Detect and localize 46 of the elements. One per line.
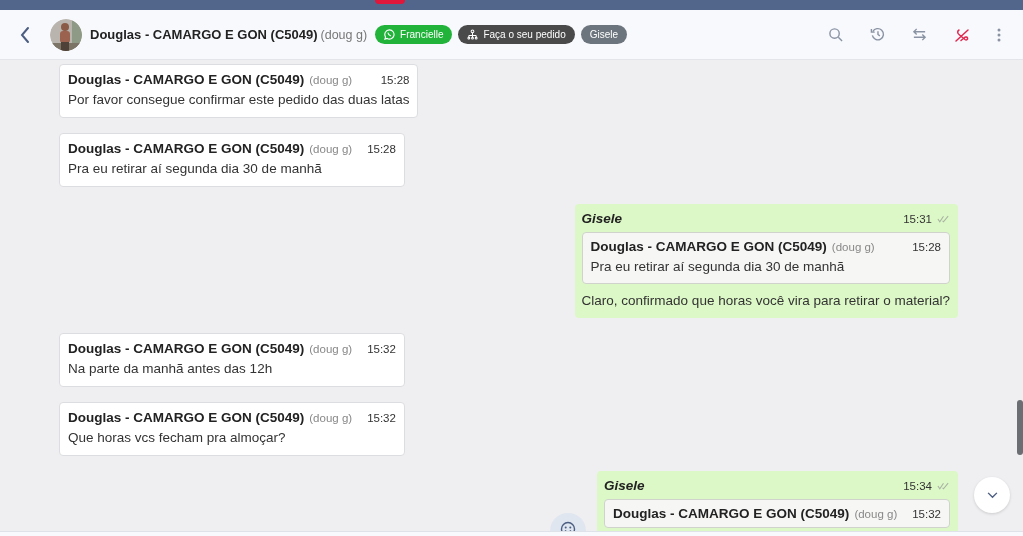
sender-handle: (doug g) [309, 343, 353, 355]
tag[interactable]: Faça o seu pedido [458, 25, 575, 44]
sender-name: Douglas - CAMARGO E GON (C5049) [68, 141, 305, 156]
sender-handle: (doug g) [309, 143, 353, 155]
sender-handle: (doug g) [854, 508, 898, 520]
sender-name: Douglas - CAMARGO E GON (C5049) [613, 506, 850, 521]
sender-handle: (doug g) [831, 241, 875, 253]
message-text: Na parte da manhã antes das 12h [68, 360, 274, 378]
contact-name: Douglas - CAMARGO E GON (C5049) [90, 27, 318, 42]
back-icon[interactable] [19, 25, 31, 44]
hierarchy-icon [467, 29, 479, 40]
quoted-message[interactable]: Douglas - CAMARGO E GON (C5049) (doug g) 15:28 Pra eu retirar aí segunda dia 30 de manhã [581, 232, 950, 284]
message-text: Pra eu retirar aí segunda dia 30 de manhã [590, 258, 846, 276]
scrollbar-thumb[interactable] [1017, 400, 1023, 455]
chat-bubble-icon [384, 29, 396, 40]
sender-name: Gisele [604, 478, 645, 493]
message-time: 15:34 [902, 480, 932, 492]
message-text: Pra eu retirar aí segunda dia 30 de manhã [68, 160, 323, 178]
message-time: 15:28 [366, 143, 396, 155]
sender-name: Douglas - CAMARGO E GON (C5049) [590, 239, 827, 254]
more-icon[interactable] [997, 27, 1001, 42]
message-time: 15:31 [902, 213, 932, 225]
sender-name: Gisele [581, 211, 623, 226]
message-text: Claro, confirmado que horas você vira para retirar o material? [581, 292, 950, 310]
sender-name: Douglas - CAMARGO E GON (C5049) [68, 341, 305, 356]
sender-name: Douglas - CAMARGO E GON (C5049) [68, 410, 305, 425]
contact-handle: (doug g) [320, 27, 368, 42]
sender-handle: (doug g) [309, 412, 353, 424]
search-icon[interactable] [828, 27, 843, 42]
quoted-message[interactable]: Douglas - CAMARGO E GON (C5049) (doug g) 15:32 [604, 499, 950, 528]
history-icon[interactable] [870, 27, 885, 42]
paperclip-off-icon[interactable] [954, 26, 970, 43]
double-check-icon [937, 215, 950, 223]
swap-icon[interactable] [912, 27, 927, 42]
message-time: 15:32 [366, 412, 396, 424]
message-time: 15:28 [911, 241, 941, 253]
sender-name: Douglas - CAMARGO E GON (C5049) [68, 72, 305, 87]
message-text: Por favor consegue confirmar este pedido das duas latas [68, 91, 410, 109]
chevron-down-icon [986, 491, 998, 499]
message-time: 15:32 [366, 343, 396, 355]
tag[interactable]: Gisele [580, 25, 628, 44]
message-time: 15:32 [911, 508, 941, 520]
double-check-icon [937, 482, 950, 490]
message-time: 15:28 [379, 74, 410, 86]
message-text: Que horas vcs fecham pra almoçar? [68, 429, 287, 447]
sender-handle: (doug g) [309, 74, 353, 86]
